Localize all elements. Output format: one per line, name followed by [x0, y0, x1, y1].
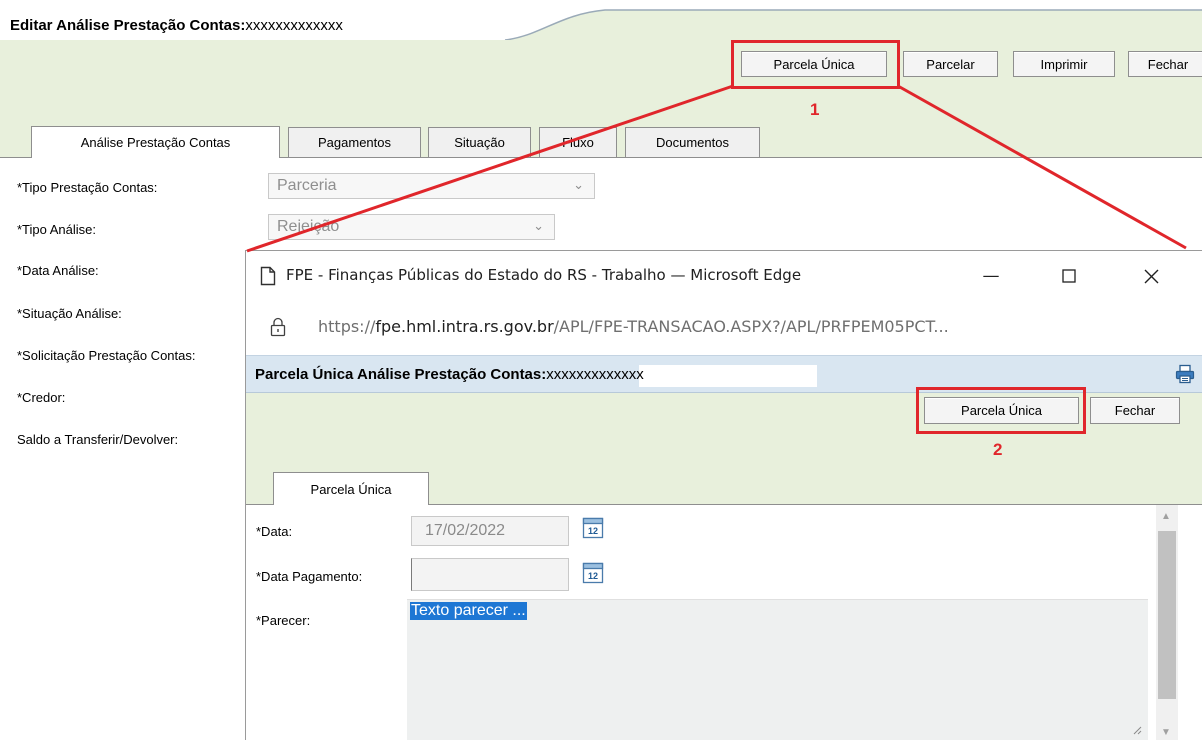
annotation-box-step2: [916, 387, 1086, 434]
annotation-box-step1: [731, 40, 900, 89]
annotation-lines: [246, 84, 1187, 253]
annotation-step2-label: 2: [993, 440, 1003, 459]
annotation-step1-label: 1: [810, 100, 820, 119]
